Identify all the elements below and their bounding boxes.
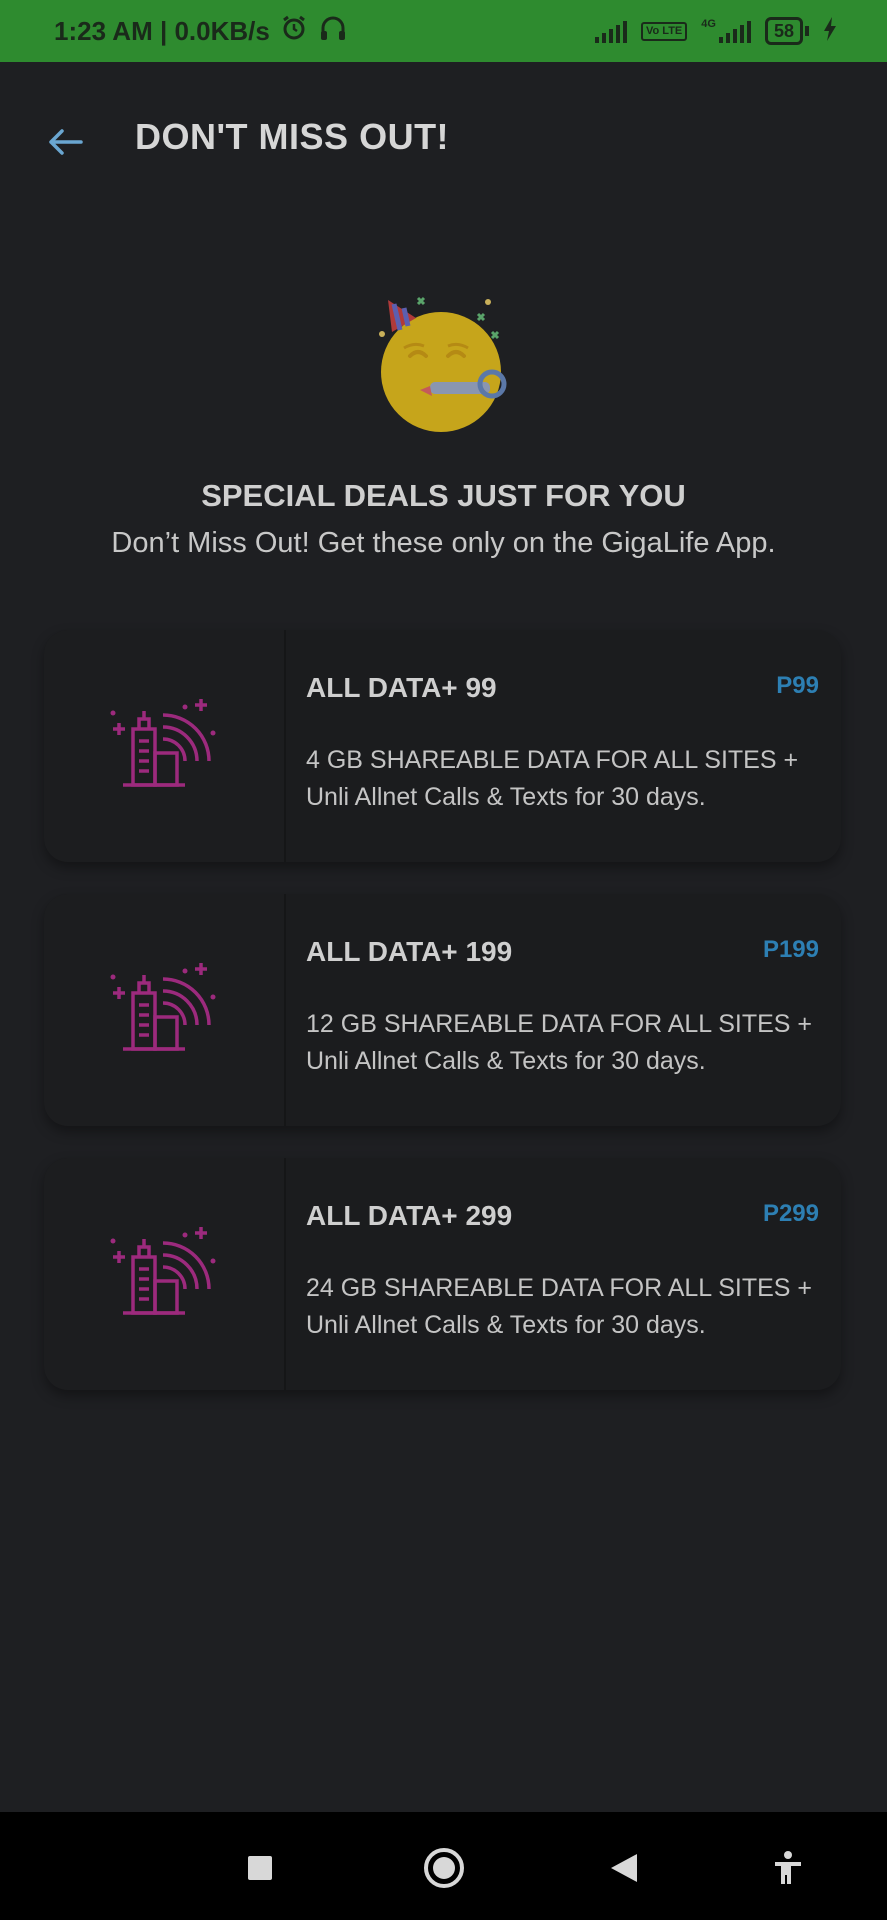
status-time-speed: 1:23 AM | 0.0KB/s	[54, 15, 270, 46]
accessibility-icon	[772, 1850, 804, 1891]
deal-name: ALL DATA+ 99	[306, 672, 497, 703]
4g-signal-icon: 4G	[701, 19, 751, 43]
battery-icon: 58	[764, 17, 809, 45]
charging-icon	[823, 16, 837, 46]
deal-icon-container	[44, 1158, 286, 1390]
volte-icon: Vo LTE	[641, 21, 688, 41]
alarm-icon	[280, 14, 308, 49]
deal-name: ALL DATA+ 199	[306, 936, 513, 967]
deal-card[interactable]: ALL DATA+ 299 P299 24 GB SHAREABLE DATA …	[44, 1158, 841, 1390]
deal-description: 12 GB SHAREABLE DATA FOR ALL SITES + Unl…	[306, 1010, 812, 1075]
status-bar: 1:23 AM | 0.0KB/s Vo LTE 4G 58	[0, 0, 887, 62]
signal-icon	[595, 19, 628, 43]
network-type: 4G	[701, 18, 716, 30]
recents-square-icon	[246, 1854, 274, 1887]
city-signal-icon	[109, 962, 219, 1058]
deal-description: 24 GB SHAREABLE DATA FOR ALL SITES + Unl…	[306, 1274, 812, 1339]
back-nav-button[interactable]	[594, 1840, 654, 1900]
home-button[interactable]	[414, 1840, 474, 1900]
arrow-left-icon	[47, 128, 83, 161]
deal-card[interactable]: ALL DATA+ 99 P99 4 GB SHAREABLE DATA FOR…	[44, 630, 841, 862]
deal-price: P199	[762, 936, 819, 963]
page-title: DON'T MISS OUT!	[135, 116, 450, 157]
home-circle-icon	[422, 1846, 466, 1895]
navigation-bar	[0, 1812, 887, 1920]
deal-price: P299	[762, 1200, 819, 1227]
battery-level: 58	[773, 20, 794, 41]
accessibility-button[interactable]	[758, 1840, 818, 1900]
city-signal-icon	[109, 698, 219, 794]
deal-icon-container	[44, 894, 286, 1126]
deal-name: ALL DATA+ 299	[306, 1200, 513, 1231]
headset-icon	[318, 14, 348, 49]
back-triangle-icon	[609, 1852, 639, 1889]
section-title: SPECIAL DEALS JUST FOR YOU	[201, 478, 686, 513]
section-subtitle: Don’t Miss Out! Get these only on the Gi…	[111, 527, 776, 559]
city-signal-icon	[109, 1226, 219, 1322]
back-button[interactable]	[40, 122, 90, 166]
recents-button[interactable]	[230, 1840, 290, 1900]
deal-card[interactable]: ALL DATA+ 199 P199 12 GB SHAREABLE DATA …	[44, 894, 841, 1126]
deal-description: 4 GB SHAREABLE DATA FOR ALL SITES + Unli…	[306, 746, 799, 811]
party-face-emoji	[368, 290, 520, 442]
deal-price: P99	[776, 672, 819, 699]
deal-icon-container	[44, 630, 286, 862]
